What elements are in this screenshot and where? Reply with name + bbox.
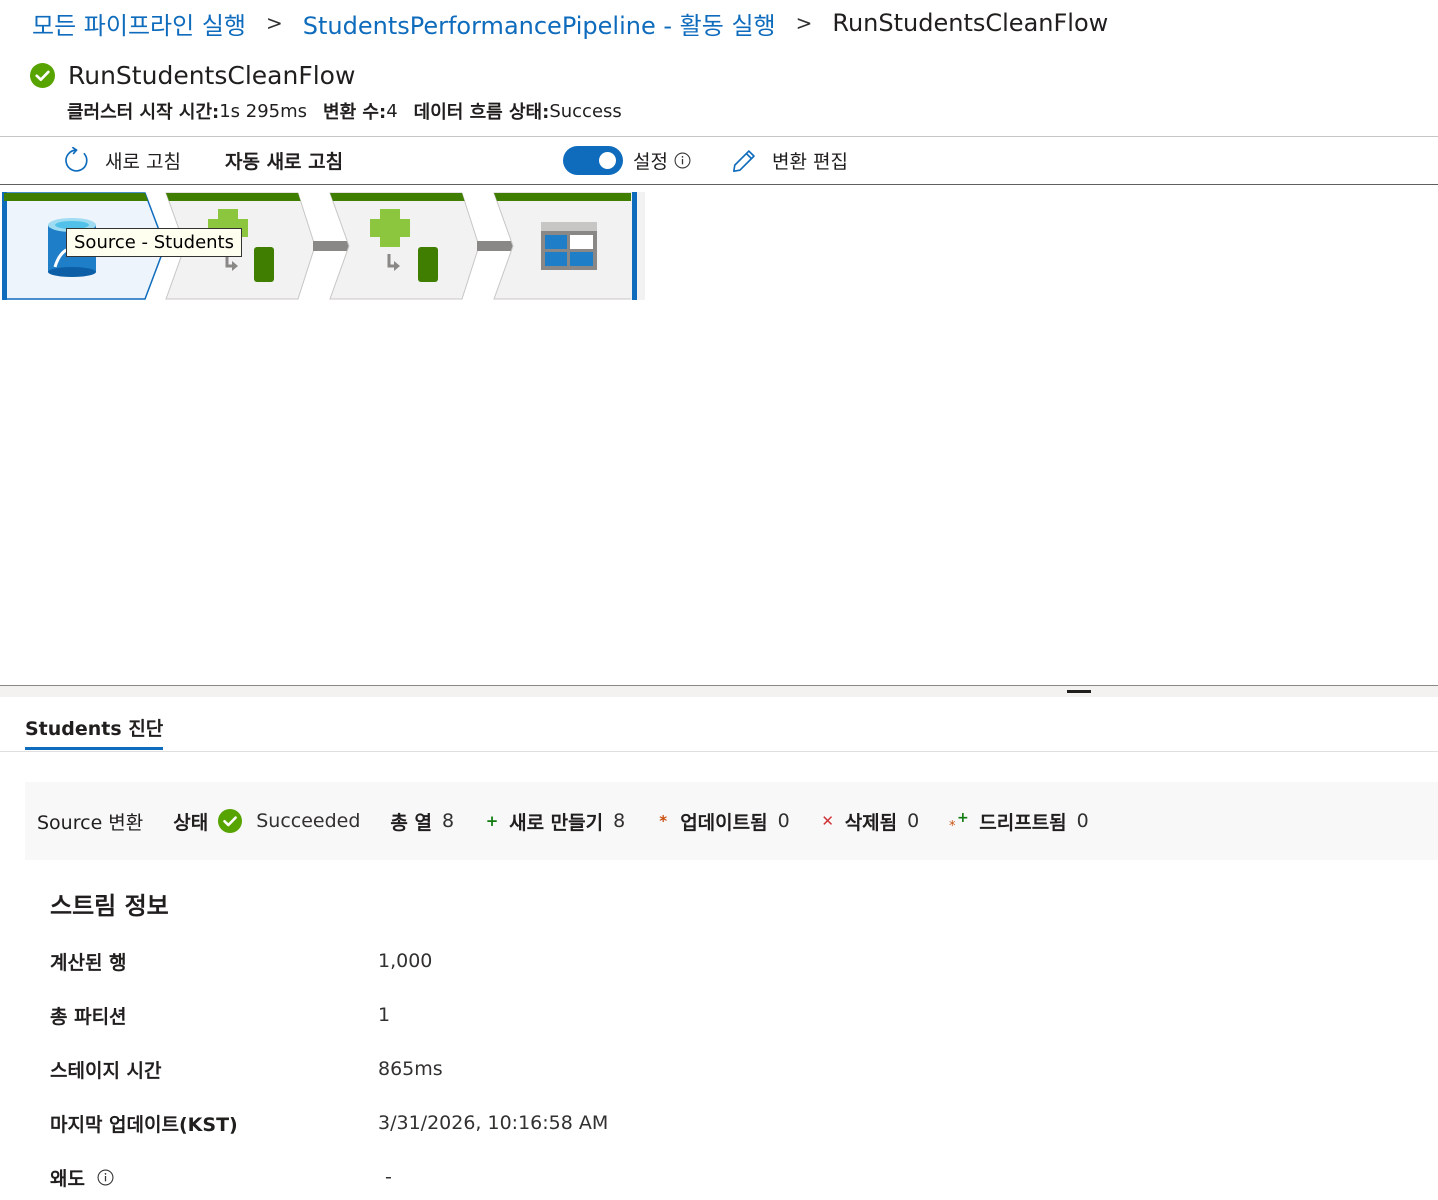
info-icon[interactable] [97,1169,114,1186]
info-label: 스테이지 시간 [50,1059,162,1082]
drifted-columns-label: 드리프트됨 [979,811,1067,834]
transform-count-label: 변환 수: [323,102,387,123]
diagnostics-summary: Source 변환 상태 Succeeded 총 열 8 + 새로 만들기 8 … [25,782,1438,860]
table-sink-icon [541,222,597,270]
page-title: RunStudentsCleanFlow [68,60,356,90]
stream-info-title: 스트림 정보 [50,892,169,920]
info-label: 계산된 행 [50,951,127,974]
page-header: RunStudentsCleanFlow [30,58,355,92]
divider [0,751,1438,752]
run-meta: 클러스터 시작 시간: 1s 295ms 변환 수: 4 데이터 흐름 상태: … [67,98,638,124]
info-label-with-icon: 왜도 [50,1164,378,1191]
drifted-columns-value: 0 [1076,810,1089,832]
flow-canvas: Source - Students [0,185,1438,685]
info-row-stage-time: 스테이지 시간 865ms [50,1054,1050,1084]
settings-toggle[interactable]: 설정 [563,137,691,184]
drift-icon: * + [949,810,969,832]
flow-status-label: 데이터 흐름 상태: [413,102,550,123]
cluster-start-label: 클러스터 시작 시간: [67,102,220,123]
settings-label: 설정 [633,151,668,173]
info-row-last-update: 마지막 업데이트(KST) 3/31/2026, 10:16:58 AM [50,1108,1050,1138]
info-label: 왜도 [50,1167,85,1190]
breadcrumb-activity-runs[interactable]: StudentsPerformancePipeline - 활동 실행 [303,6,776,41]
total-columns: 총 열 8 [390,808,454,835]
flow-status-value: Success [549,100,622,122]
transform-type: Source 변환 [37,808,143,835]
info-value: 865ms [378,1058,443,1080]
node-tooltip: Source - Students [66,228,242,257]
updated-columns-label: 업데이트됨 [680,811,768,834]
tab-diagnostics[interactable]: Students 진단 [25,710,164,750]
refresh-label: 새로 고침 [105,151,181,173]
info-row-skewness: 왜도 - [50,1162,1050,1192]
success-check-icon [218,809,243,833]
info-label: 총 파티션 [50,1005,127,1028]
refresh-icon [65,147,88,172]
info-value: 1 [378,1004,391,1026]
updated-columns-value: 0 [777,810,790,832]
toolbar: 새로 고침 자동 새로 고침 설정 변환 편집 [0,137,1438,184]
status-label: 상태 [173,811,209,834]
info-icon[interactable] [674,152,691,169]
drifted-columns: * + 드리프트됨 0 [949,808,1089,835]
info-value: 3/31/2026, 10:16:58 AM [378,1112,609,1134]
breadcrumb-current: RunStudentsCleanFlow [832,9,1109,37]
settings-toggle-switch[interactable] [563,146,623,175]
asterisk-icon: * [659,812,668,830]
breadcrumb-all-pipeline-runs[interactable]: 모든 파이프라인 실행 [32,6,246,41]
info-row-total-partitions: 총 파티션 1 [50,1000,1050,1030]
deleted-columns-value: 0 [907,810,920,832]
close-icon: ✕ [821,812,834,830]
panel-splitter[interactable] [0,685,1438,697]
new-columns-label: 새로 만들기 [509,811,604,834]
edit-transformation-label: 변환 편집 [772,151,848,173]
edit-transformation-button[interactable]: 변환 편집 [731,137,848,184]
breadcrumb-separator: > [795,11,813,35]
deleted-columns-label: 삭제됨 [844,811,898,834]
info-value: 1,000 [378,950,433,972]
breadcrumb-separator: > [265,11,283,35]
flow-node-derived-column-2[interactable] [329,192,497,300]
auto-refresh-label: 자동 새로 고침 [225,151,344,173]
status-value: Succeeded [256,810,361,832]
svg-text:*: * [949,819,956,832]
svg-text:+: + [957,810,969,826]
plus-icon: + [485,812,499,830]
refresh-button[interactable]: 새로 고침 [63,137,181,184]
info-label: 마지막 업데이트(KST) [50,1113,238,1136]
info-row-computed-rows: 계산된 행 1,000 [50,946,1050,976]
success-check-icon [30,62,55,88]
new-columns-value: 8 [613,810,626,832]
updated-columns: * 업데이트됨 0 [655,808,790,835]
transform-type-label: Source 변환 [37,811,144,834]
flow-node-sink[interactable] [493,192,645,300]
total-columns-value: 8 [442,810,455,832]
breadcrumb: 모든 파이프라인 실행 > StudentsPerformancePipelin… [32,6,1108,40]
total-columns-label: 총 열 [390,811,432,834]
new-columns: + 새로 만들기 8 [484,808,625,835]
status-summary: 상태 Succeeded [173,808,360,835]
transform-count-value: 4 [386,100,398,122]
cluster-start-value: 1s 295ms [219,100,308,122]
splitter-grip-icon[interactable] [1067,690,1091,693]
auto-refresh-button[interactable]: 자동 새로 고침 [225,137,343,184]
info-value: - [385,1166,392,1188]
pencil-icon [733,149,755,172]
deleted-columns: ✕ 삭제됨 0 [820,808,920,835]
